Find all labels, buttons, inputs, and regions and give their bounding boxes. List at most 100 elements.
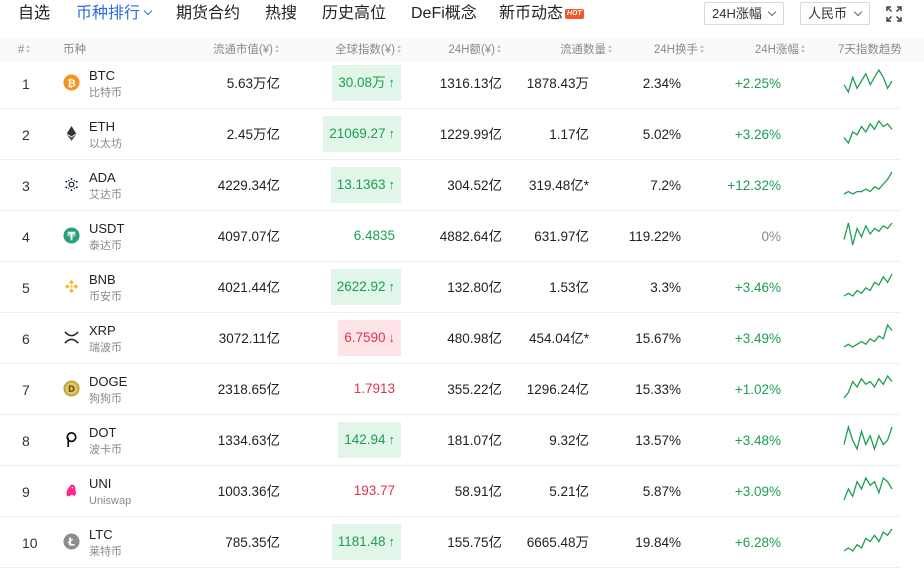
currency-select[interactable]: 人民币 xyxy=(800,2,870,25)
volume-cell: 132.80亿 xyxy=(447,280,502,295)
global-index-cell: 30.08万 ↑ xyxy=(332,65,401,101)
change-cell: +12.32% xyxy=(727,178,781,193)
coin-symbol: LTC xyxy=(89,527,113,542)
volume-cell: 1229.99亿 xyxy=(439,127,502,142)
ltc-icon: Ł xyxy=(63,533,80,550)
header-rank[interactable]: # xyxy=(18,43,31,57)
table-row[interactable]: 7 D DOGE 狗狗币 2318.65亿 1.7913 355.22亿 1296.24亿 15… xyxy=(0,364,900,415)
table-row[interactable]: 5 BNB 币安币 4021.44亿 2622.92 ↑ 132.80亿 1.53亿 3.3% +… xyxy=(0,262,900,313)
trend-sparkline xyxy=(842,527,894,553)
table-row[interactable]: 10 Ł LTC 莱特币 785.35亿 1181.48 ↑ 155.75亿 6665.48万 1… xyxy=(0,517,900,568)
trend-sparkline xyxy=(842,323,894,349)
nav-item-label: DeFi概念 xyxy=(411,5,477,22)
nav-item-label: 历史高位 xyxy=(322,5,387,22)
nav-item-3[interactable]: 热搜 xyxy=(265,4,297,24)
table-row[interactable]: 1 ₿ BTC 比特币 5.63万亿 30.08万 ↑ 1316.13亿 1878.43万 2.3… xyxy=(0,58,900,109)
turnover-cell: 5.02% xyxy=(642,127,681,142)
market-cap-cell: 1334.63亿 xyxy=(217,433,280,448)
coin-symbol: USDT xyxy=(89,221,125,236)
usdt-icon xyxy=(63,227,80,244)
coin-name: 币安币 xyxy=(89,291,122,303)
global-index-cell: 1.7913 xyxy=(348,371,401,407)
market-cap-cell: 4021.44亿 xyxy=(217,280,280,295)
supply-cell: 9.32亿 xyxy=(549,433,589,448)
market-cap-cell: 4097.07亿 xyxy=(217,229,280,244)
fullscreen-icon[interactable] xyxy=(885,5,903,23)
supply-cell: 6665.48万 xyxy=(526,535,589,550)
trend-sparkline xyxy=(842,272,894,298)
header-global-index[interactable]: 全球指数(¥) xyxy=(335,43,402,57)
table-row[interactable]: 2 ETH 以太坊 2.45万亿 21069.27 ↑ 1229.99亿 1.17亿 5.02%… xyxy=(0,109,900,160)
header-market-cap[interactable]: 流通市值(¥) xyxy=(213,43,280,57)
nav-item-1[interactable]: 币种排行 xyxy=(76,4,153,24)
nav-item-label: 自选 xyxy=(18,5,51,22)
nav-item-0[interactable]: 自选 xyxy=(18,4,50,24)
nav-item-6[interactable]: 新币动态 xyxy=(499,4,563,24)
table-row[interactable]: 4 USDT 泰达币 4097.07亿 6.4835 4882.64亿 631.97亿 119… xyxy=(0,211,900,262)
nav-item-2[interactable]: 期货合约 xyxy=(176,4,240,24)
change-cell: 0% xyxy=(761,229,781,244)
sort-icon xyxy=(26,44,31,55)
nav-item-label: 期货合约 xyxy=(176,5,241,22)
market-cap-cell: 785.35亿 xyxy=(225,535,280,550)
coin-symbol: ADA xyxy=(89,170,116,185)
volume-cell: 58.91亿 xyxy=(454,484,502,499)
trend-sparkline xyxy=(842,221,894,247)
turnover-cell: 5.87% xyxy=(642,484,681,499)
arrow-up-icon: ↑ xyxy=(388,432,396,447)
turnover-cell: 2.34% xyxy=(642,76,681,91)
change-cell: +6.28% xyxy=(734,535,781,550)
turnover-cell: 119.22% xyxy=(628,229,681,244)
change-cell: +1.02% xyxy=(734,382,781,397)
dot-icon xyxy=(63,431,80,448)
header-turnover[interactable]: 24H换手 xyxy=(654,43,705,57)
arrow-up-icon: ↑ xyxy=(388,534,396,549)
header-volume[interactable]: 24H额(¥) xyxy=(448,43,502,57)
header-change[interactable]: 24H涨幅 xyxy=(755,43,806,57)
change-cell: +3.48% xyxy=(734,433,781,448)
coin-name: 狗狗币 xyxy=(89,393,122,405)
price-value: 2622.92 xyxy=(336,279,386,294)
rank-cell: 3 xyxy=(22,178,30,194)
chevron-down-icon xyxy=(853,7,863,17)
table-row[interactable]: 6 XRP 瑞波币 3072.11亿 6.7590 ↓ 480.98亿 454.04亿* 15.… xyxy=(0,313,900,364)
arrow-down-icon: ↓ xyxy=(388,330,396,345)
table-row[interactable]: 8 DOT 波卡币 1334.63亿 142.94 ↑ 181.07亿 9.32亿 13.57%… xyxy=(0,415,900,466)
coin-name: 莱特币 xyxy=(89,546,122,558)
price-value: 21069.27 xyxy=(329,126,386,141)
supply-cell: 1878.43万 xyxy=(526,76,589,91)
coin-name: 比特币 xyxy=(89,87,122,99)
price-value: 1.7913 xyxy=(353,381,395,396)
trend-sparkline xyxy=(842,424,894,452)
price-value: 6.7590 xyxy=(344,330,386,345)
svg-text:D: D xyxy=(68,385,75,395)
trend-sparkline xyxy=(842,374,894,400)
market-cap-cell: 5.63万亿 xyxy=(226,76,280,91)
svg-text:₿: ₿ xyxy=(67,77,75,89)
header-supply[interactable]: 流通数量 xyxy=(560,43,613,57)
volume-cell: 355.22亿 xyxy=(447,382,502,397)
nav-item-4[interactable]: 历史高位 xyxy=(322,4,386,24)
ada-icon xyxy=(63,176,80,193)
bnb-icon xyxy=(63,278,80,295)
hot-badge: HOT xyxy=(565,9,584,19)
chevron-down-icon xyxy=(767,7,777,17)
table-row[interactable]: 9 UNI Uniswap 1003.36亿 193.77 58.91亿 5.21亿 5.87… xyxy=(0,466,900,517)
period-select-value: 24H涨幅 xyxy=(712,6,762,21)
table-row[interactable]: 3 ADA 艾达币 4229.34亿 13.1363 ↑ 304.52亿 319.48亿* 7.… xyxy=(0,160,900,211)
change-cell: +3.46% xyxy=(734,280,781,295)
supply-cell: 1.53亿 xyxy=(549,280,589,295)
eth-icon xyxy=(63,125,80,142)
supply-cell: 319.48亿* xyxy=(528,178,589,193)
change-cell: +3.49% xyxy=(734,331,781,346)
price-value: 13.1363 xyxy=(336,177,386,192)
turnover-cell: 15.67% xyxy=(635,331,681,346)
nav-item-5[interactable]: DeFi概念 xyxy=(411,4,477,24)
price-value: 30.08万 xyxy=(338,75,386,90)
price-value: 142.94 xyxy=(344,432,386,447)
supply-cell: 5.21亿 xyxy=(549,484,589,499)
trend-sparkline xyxy=(842,68,894,94)
doge-icon: D xyxy=(63,380,80,397)
period-select[interactable]: 24H涨幅 xyxy=(704,2,784,25)
sort-icon xyxy=(801,44,806,55)
